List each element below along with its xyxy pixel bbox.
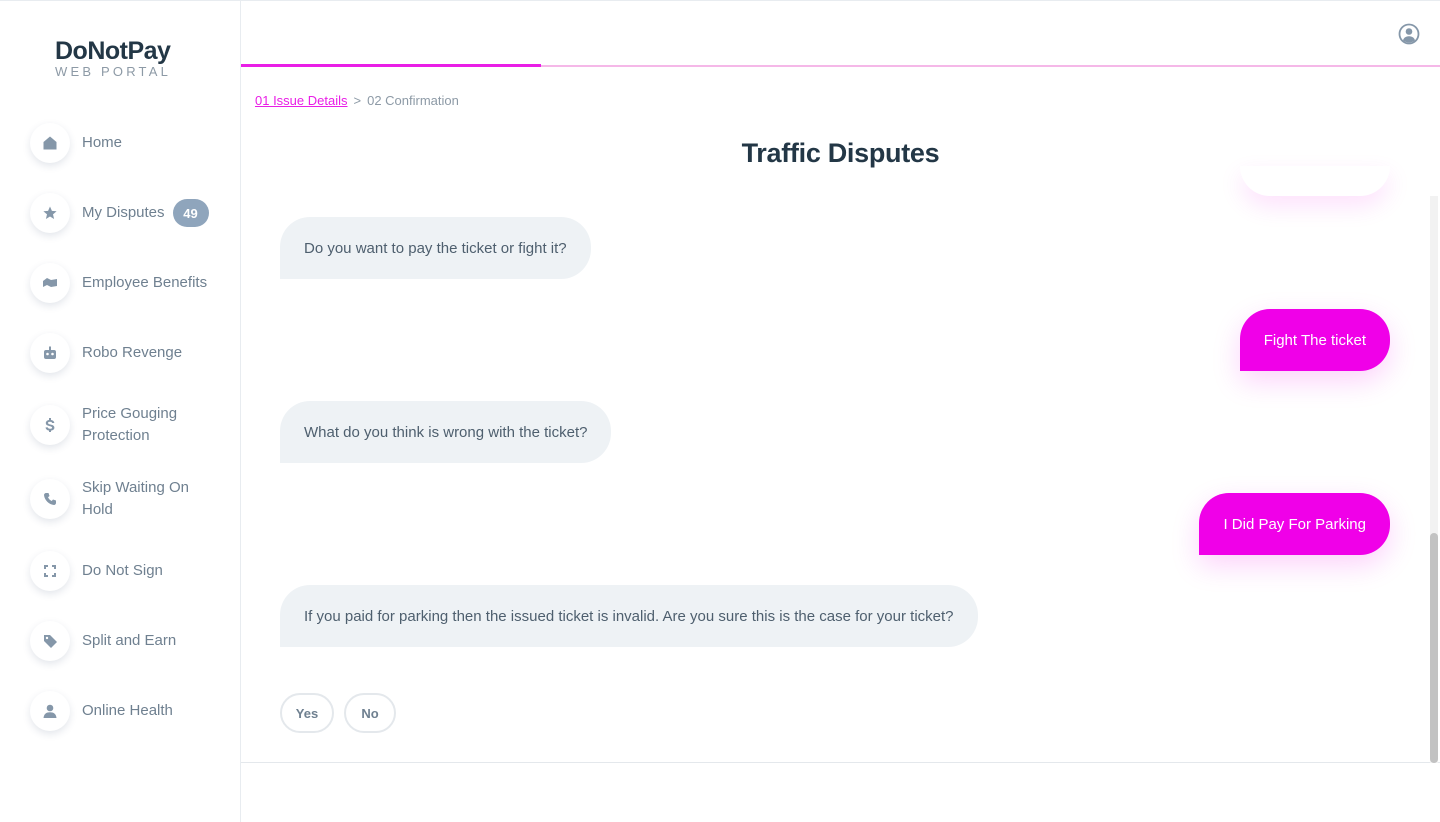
sidebar-item-robo-revenge[interactable]: Robo Revenge	[30, 333, 182, 373]
breadcrumb-step-confirmation: 02 Confirmation	[367, 93, 459, 108]
dollar-icon	[30, 405, 70, 445]
sidebar-item-employee-benefits[interactable]: Employee Benefits	[30, 263, 207, 303]
user-message: I Did Pay For Parking	[1199, 493, 1390, 555]
benefits-icon	[30, 263, 70, 303]
sidebar-item-label: Price Gouging Protection	[82, 405, 178, 444]
robot-icon	[30, 333, 70, 373]
no-button[interactable]: No	[344, 693, 396, 733]
home-icon	[30, 123, 70, 163]
sidebar-item-my-disputes[interactable]: My Disputes 49	[30, 193, 209, 233]
scan-icon	[30, 551, 70, 591]
bot-message: If you paid for parking then the issued …	[280, 585, 978, 647]
sidebar-item-label: Robo Revenge	[82, 344, 183, 361]
sidebar-item-split-and-earn[interactable]: Split and Earn	[30, 621, 176, 661]
breadcrumb-separator: >	[353, 93, 362, 108]
sidebar-item-label: Split and Earn	[82, 632, 177, 649]
yes-button[interactable]: Yes	[280, 693, 334, 733]
tag-icon	[30, 621, 70, 661]
logo[interactable]: DoNotPay WEB PORTAL	[55, 37, 195, 79]
breadcrumb: 01 Issue Details > 02 Confirmation	[255, 93, 459, 108]
sidebar-item-label: Skip Waiting On Hold	[82, 479, 189, 518]
previous-message-shadow	[1240, 166, 1390, 196]
sidebar-item-online-health[interactable]: Online Health	[30, 691, 173, 731]
sidebar: DoNotPay WEB PORTAL Home My Disputes 49 …	[0, 0, 241, 822]
disputes-count-badge: 49	[172, 199, 209, 227]
phone-icon	[30, 479, 70, 519]
user-account-icon[interactable]	[1398, 23, 1420, 45]
page-title: Traffic Disputes	[741, 138, 940, 168]
top-bar	[241, 0, 1440, 67]
sidebar-item-skip-waiting[interactable]: Skip Waiting On Hold	[30, 477, 214, 521]
sidebar-item-label: My Disputes	[82, 204, 165, 221]
bot-message: Do you want to pay the ticket or fight i…	[280, 217, 591, 279]
logo-main-text: DoNotPay	[55, 37, 171, 65]
chat-scrollbar[interactable]	[1430, 196, 1438, 763]
sidebar-item-label: Online Health	[82, 702, 173, 719]
person-icon	[30, 691, 70, 731]
logo-sub-text: WEB PORTAL	[55, 64, 172, 79]
progress-fill	[241, 64, 541, 67]
chat-panel: Do you want to pay the ticket or fight i…	[241, 196, 1440, 763]
bot-message: What do you think is wrong with the tick…	[280, 401, 612, 463]
sidebar-item-do-not-sign[interactable]: Do Not Sign	[30, 551, 163, 591]
star-icon	[30, 193, 70, 233]
sidebar-item-label: Employee Benefits	[82, 274, 208, 291]
sidebar-item-price-gouging[interactable]: Price Gouging Protection	[30, 403, 214, 447]
scrollbar-thumb[interactable]	[1430, 533, 1438, 763]
user-message: Fight The ticket	[1239, 309, 1390, 371]
sidebar-item-home[interactable]: Home	[30, 123, 122, 163]
sidebar-item-label: Do Not Sign	[82, 562, 163, 579]
sidebar-item-label: Home	[82, 134, 123, 151]
breadcrumb-step-issue-details[interactable]: 01 Issue Details	[255, 93, 348, 108]
